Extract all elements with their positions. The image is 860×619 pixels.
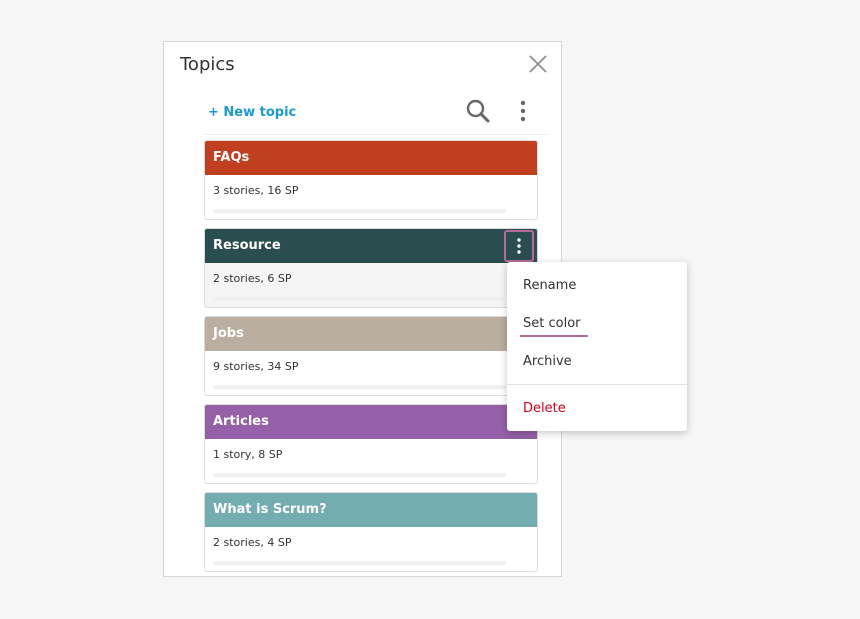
topic-card-header[interactable]: Resource	[205, 229, 537, 263]
close-icon	[529, 55, 547, 73]
topic-card-meta: 3 stories, 16 SP	[213, 184, 299, 197]
topic-progress-bar	[213, 385, 506, 389]
topic-card-header[interactable]: FAQs	[205, 141, 537, 175]
topic-list: FAQs 3 stories, 16 SP Resource 2 stories…	[204, 140, 539, 576]
topic-progress-bar	[213, 561, 506, 565]
topic-card-meta: 1 story, 8 SP	[213, 448, 283, 461]
new-topic-button[interactable]: + New topic	[208, 105, 296, 120]
set-color-highlight	[520, 335, 588, 337]
topic-card-header[interactable]: Jobs	[205, 317, 537, 351]
menu-item-set-color[interactable]: Set color	[523, 316, 581, 331]
topic-card-header[interactable]: Articles	[205, 405, 537, 439]
topic-card-faqs[interactable]: FAQs 3 stories, 16 SP	[204, 140, 538, 220]
topic-options-button[interactable]	[504, 230, 534, 262]
topic-context-menu: Rename Set color Archive Delete	[507, 262, 687, 431]
menu-divider	[507, 384, 687, 385]
more-vertical-icon	[520, 100, 526, 122]
topic-card-jobs[interactable]: Jobs 9 stories, 34 SP	[204, 316, 538, 396]
menu-item-delete[interactable]: Delete	[523, 401, 566, 416]
panel-title: Topics	[180, 54, 235, 75]
topic-card-resource[interactable]: Resource 2 stories, 6 SP	[204, 228, 538, 308]
toolbar: + New topic	[204, 94, 547, 135]
search-icon	[466, 99, 490, 123]
topic-card-what-is-scrum[interactable]: What is Scrum? 2 stories, 4 SP	[204, 492, 538, 572]
menu-item-rename[interactable]: Rename	[523, 278, 576, 293]
search-button[interactable]	[464, 97, 492, 125]
more-options-button[interactable]	[516, 98, 530, 124]
topic-card-meta: 9 stories, 34 SP	[213, 360, 299, 373]
topic-card-articles[interactable]: Articles 1 story, 8 SP	[204, 404, 538, 484]
topic-progress-bar	[213, 297, 506, 301]
menu-item-archive[interactable]: Archive	[523, 354, 572, 369]
topic-progress-bar	[213, 473, 506, 477]
more-vertical-icon	[517, 238, 521, 254]
topic-card-meta: 2 stories, 6 SP	[213, 272, 292, 285]
topic-progress-bar	[213, 209, 506, 213]
topic-card-header[interactable]: What is Scrum?	[205, 493, 537, 527]
close-button[interactable]	[529, 55, 547, 73]
topics-panel: Topics + New topic FAQs 3 stories, 16 SP	[163, 41, 562, 577]
topic-card-meta: 2 stories, 4 SP	[213, 536, 292, 549]
